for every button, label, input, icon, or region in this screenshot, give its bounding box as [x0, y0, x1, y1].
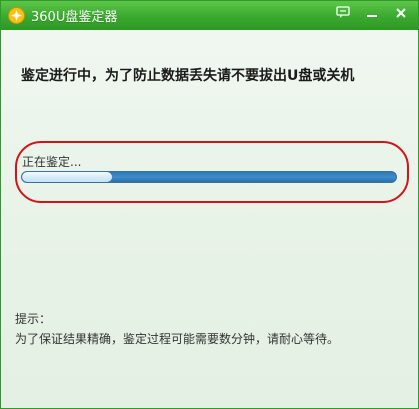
progress-fill	[22, 172, 112, 182]
speech-bubble-icon	[336, 4, 350, 23]
tips-title: 提示：	[15, 312, 52, 326]
close-button[interactable]	[390, 3, 412, 23]
title-bar[interactable]: 360U盘鉴定器	[1, 1, 418, 30]
title-controls	[332, 3, 412, 23]
close-icon	[395, 4, 407, 23]
feedback-button[interactable]	[332, 3, 354, 23]
360-logo-icon	[8, 7, 25, 24]
minimize-button[interactable]	[361, 3, 383, 23]
progress-status-label: 正在鉴定...	[22, 155, 82, 169]
progress-bar	[21, 171, 397, 183]
window-title: 360U盘鉴定器	[31, 10, 118, 25]
tips-text: 为了保证结果精确，鉴定过程可能需要数分钟，请耐心等待。	[15, 332, 340, 346]
progress-highlight: 正在鉴定...	[15, 141, 409, 203]
minimize-icon	[366, 4, 378, 23]
app-window: 360U盘鉴定器 鉴定进行中，为了防止数据丢失请不要拔出U盘或关机 正在鉴定..…	[0, 0, 419, 409]
status-headline: 鉴定进行中，为了防止数据丢失请不要拔出U盘或关机	[21, 68, 355, 84]
